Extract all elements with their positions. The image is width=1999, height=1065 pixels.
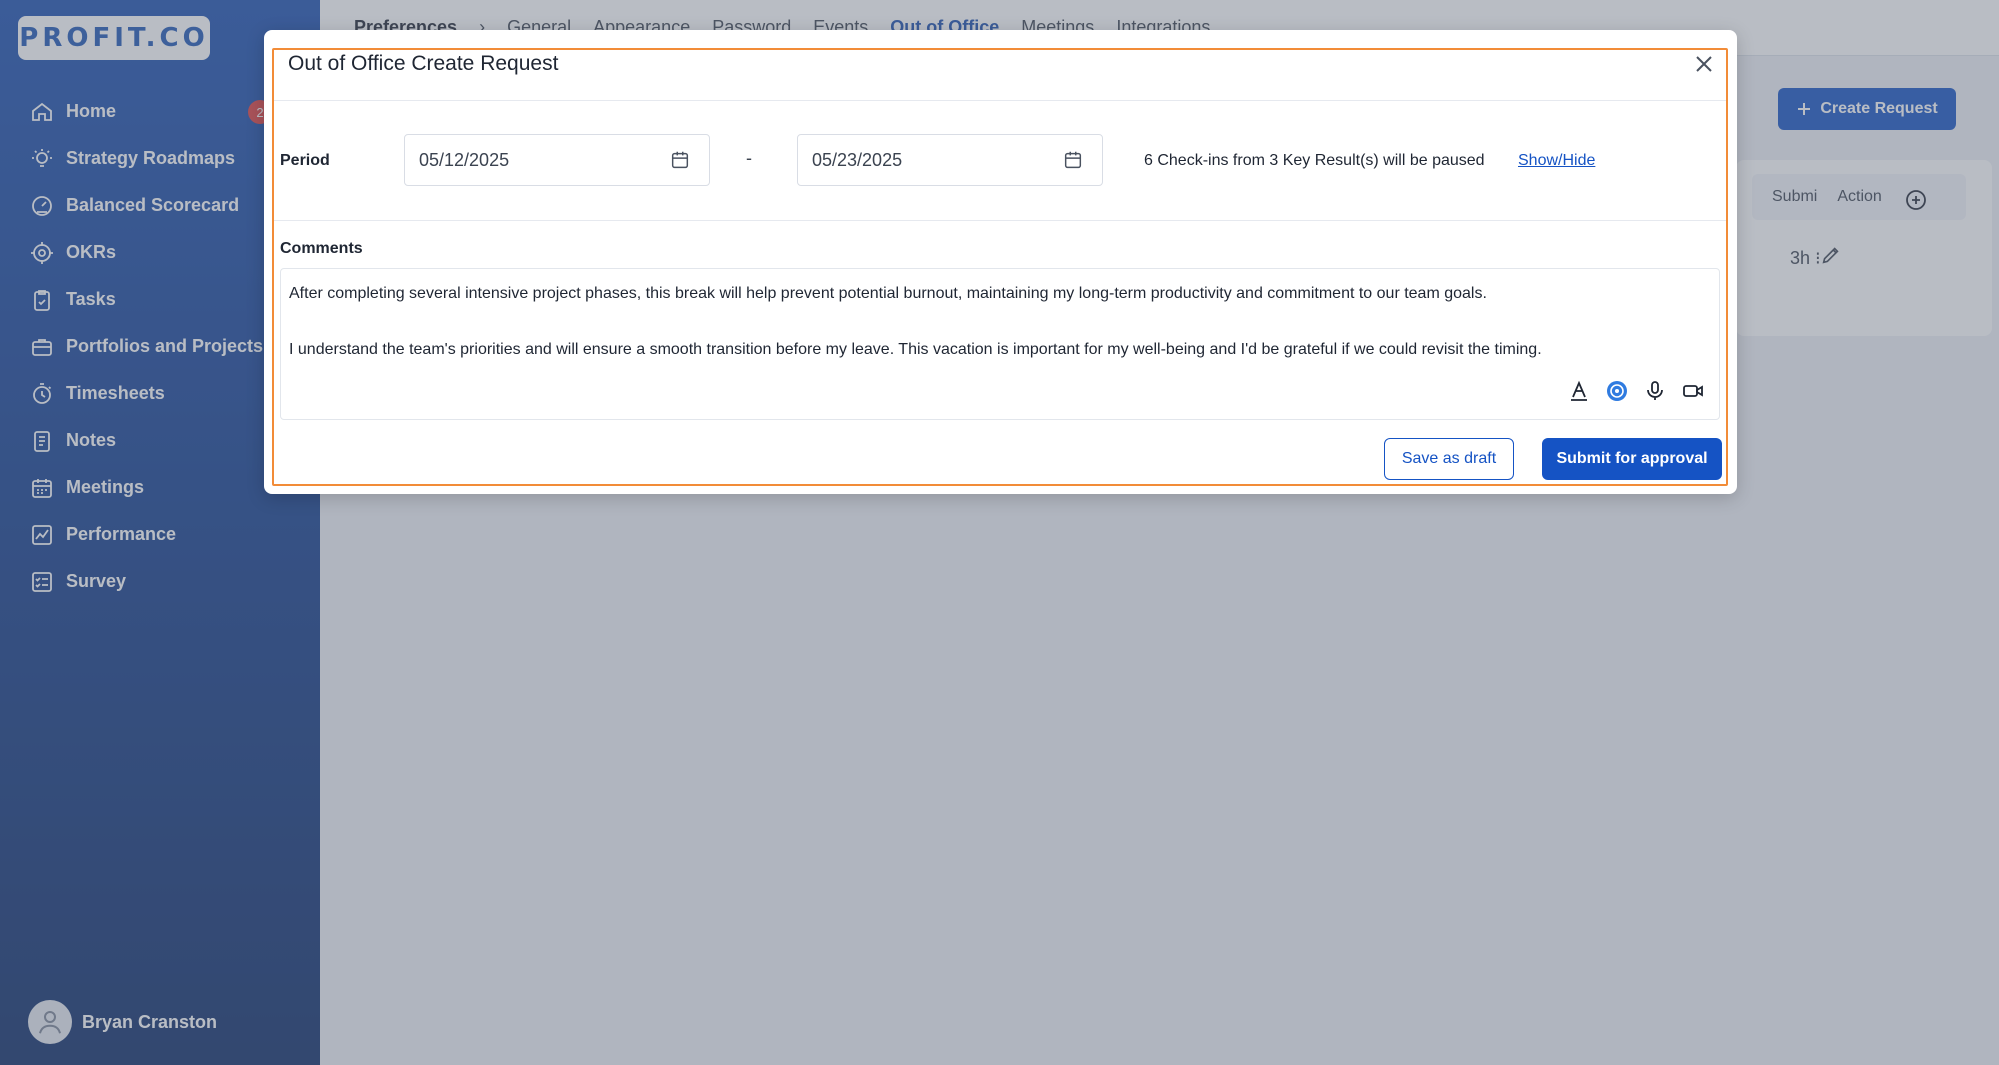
ai-assist-icon[interactable] bbox=[1605, 379, 1629, 403]
close-icon[interactable] bbox=[1692, 52, 1716, 76]
comments-label: Comments bbox=[280, 240, 363, 257]
out-of-office-modal: Out of Office Create Request Period 05/1… bbox=[264, 30, 1737, 494]
microphone-icon[interactable] bbox=[1643, 379, 1667, 403]
comment-paragraph: After completing several intensive proje… bbox=[289, 285, 1487, 302]
calendar-icon[interactable] bbox=[1062, 149, 1084, 171]
modal-title: Out of Office Create Request bbox=[288, 52, 559, 75]
start-date-value: 05/12/2025 bbox=[419, 149, 510, 170]
calendar-icon[interactable] bbox=[669, 149, 691, 171]
start-date-input[interactable]: 05/12/2025 bbox=[404, 134, 710, 186]
comment-paragraph: I understand the team's priorities and w… bbox=[289, 341, 1542, 358]
video-icon[interactable] bbox=[1681, 379, 1705, 403]
save-as-draft-button[interactable]: Save as draft bbox=[1384, 438, 1514, 480]
modal-divider bbox=[274, 100, 1726, 101]
end-date-value: 05/23/2025 bbox=[812, 149, 903, 170]
paused-checkins-text: 6 Check-ins from 3 Key Result(s) will be… bbox=[1144, 152, 1485, 169]
comments-textarea[interactable]: After completing several intensive proje… bbox=[280, 268, 1720, 420]
comment-toolbar bbox=[1567, 379, 1705, 403]
show-hide-link[interactable]: Show/Hide bbox=[1518, 152, 1595, 170]
modal-highlight-frame bbox=[272, 48, 1728, 486]
end-date-input[interactable]: 05/23/2025 bbox=[797, 134, 1103, 186]
date-separator: - bbox=[746, 148, 752, 168]
submit-for-approval-button[interactable]: Submit for approval bbox=[1542, 438, 1722, 480]
period-label: Period bbox=[280, 152, 330, 169]
modal-divider bbox=[274, 220, 1726, 221]
text-format-icon[interactable] bbox=[1567, 379, 1591, 403]
